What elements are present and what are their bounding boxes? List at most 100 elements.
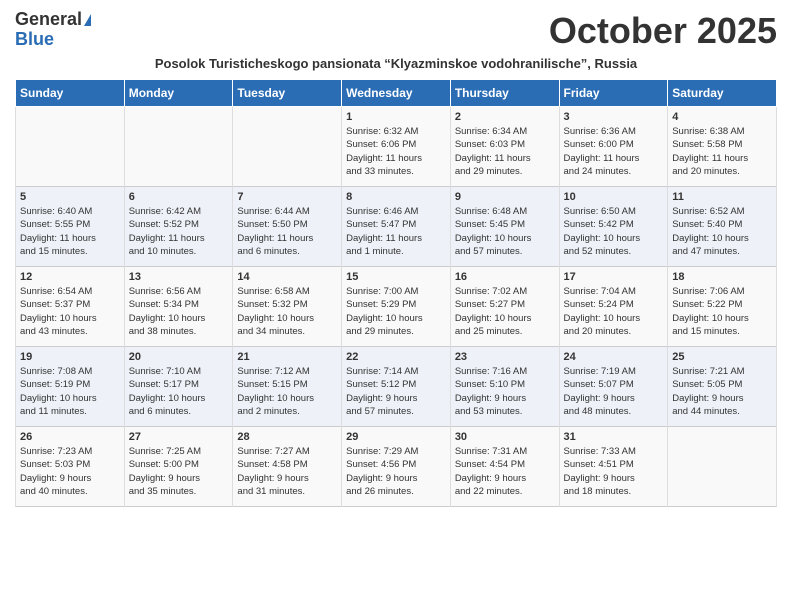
calendar-cell: 15 Sunrise: 7:00 AMSunset: 5:29 PMDayligh… <box>342 267 451 347</box>
col-wednesday: Wednesday <box>342 80 451 107</box>
day-number: 20 <box>129 351 229 363</box>
day-number: 13 <box>129 271 229 283</box>
day-number: 31 <box>564 431 664 443</box>
calendar-cell: 29Sunrise: 7:29 AMSunset: 4:56 PMDayligh… <box>342 427 451 507</box>
day-number: 8 <box>346 191 446 203</box>
cell-content: Sunrise: 7:31 AMSunset: 4:54 PMDaylight:… <box>455 445 555 498</box>
day-number: 14 <box>237 271 337 283</box>
cell-content: Sunrise: 6:50 AMSunset: 5:42 PMDaylight:… <box>564 205 664 258</box>
calendar-cell <box>124 107 233 187</box>
cell-content: Sunrise: 6:44 AMSunset: 5:50 PMDaylight:… <box>237 205 337 258</box>
cell-content: Sunrise: 6:34 AMSunset: 6:03 PMDaylight:… <box>455 125 555 178</box>
month-title: October 2025 <box>549 10 777 52</box>
day-number: 17 <box>564 271 664 283</box>
day-number: 5 <box>20 191 120 203</box>
day-number: 11 <box>672 191 772 203</box>
cell-content: Sunrise: 6:56 AMSunset: 5:34 PMDaylight:… <box>129 285 229 338</box>
calendar-cell: 25Sunrise: 7:21 AMSunset: 5:05 PMDayligh… <box>668 347 777 427</box>
calendar-cell: 30 Sunrise: 7:31 AMSunset: 4:54 PMDayligh… <box>450 427 559 507</box>
cell-content: Sunrise: 7:06 AMSunset: 5:22 PMDaylight:… <box>672 285 772 338</box>
calendar-week-row: 1 Sunrise: 6:32 AMSunset: 6:06 PMDaylight… <box>16 107 777 187</box>
calendar-week-row: 5 Sunrise: 6:40 AMSunset: 5:55 PMDaylight… <box>16 187 777 267</box>
calendar-cell: 14Sunrise: 6:58 AMSunset: 5:32 PMDayligh… <box>233 267 342 347</box>
calendar-cell: 21Sunrise: 7:12 AMSunset: 5:15 PMDayligh… <box>233 347 342 427</box>
calendar-cell: 27Sunrise: 7:25 AMSunset: 5:00 PMDayligh… <box>124 427 233 507</box>
calendar-header: Sunday Monday Tuesday Wednesday Thursday… <box>16 80 777 107</box>
day-number: 1 <box>346 111 446 123</box>
day-number: 19 <box>20 351 120 363</box>
calendar-cell: 11 Sunrise: 6:52 AMSunset: 5:40 PMDayligh… <box>668 187 777 267</box>
col-monday: Monday <box>124 80 233 107</box>
cell-content: Sunrise: 7:16 AMSunset: 5:10 PMDaylight:… <box>455 365 555 418</box>
calendar-cell: 8 Sunrise: 6:46 AMSunset: 5:47 PMDaylight… <box>342 187 451 267</box>
calendar-table: Sunday Monday Tuesday Wednesday Thursday… <box>15 79 777 507</box>
calendar-cell: 12 Sunrise: 6:54 AMSunset: 5:37 PMDayligh… <box>16 267 125 347</box>
cell-content: Sunrise: 6:42 AMSunset: 5:52 PMDaylight:… <box>129 205 229 258</box>
calendar-cell: 23Sunrise: 7:16 AMSunset: 5:10 PMDayligh… <box>450 347 559 427</box>
cell-content: Sunrise: 7:00 AMSunset: 5:29 PMDaylight:… <box>346 285 446 338</box>
cell-content: Sunrise: 6:46 AMSunset: 5:47 PMDaylight:… <box>346 205 446 258</box>
cell-content: Sunrise: 7:29 AMSunset: 4:56 PMDaylight:… <box>346 445 446 498</box>
cell-content: Sunrise: 6:40 AMSunset: 5:55 PMDaylight:… <box>20 205 120 258</box>
calendar-week-row: 19 Sunrise: 7:08 AMSunset: 5:19 PMDayligh… <box>16 347 777 427</box>
subtitle: Posolok Turisticheskogo pansionata “Klya… <box>15 56 777 71</box>
day-number: 15 <box>346 271 446 283</box>
col-saturday: Saturday <box>668 80 777 107</box>
day-number: 9 <box>455 191 555 203</box>
calendar-cell <box>233 107 342 187</box>
day-number: 22 <box>346 351 446 363</box>
day-number: 10 <box>564 191 664 203</box>
calendar-cell <box>16 107 125 187</box>
day-number: 18 <box>672 271 772 283</box>
calendar-cell: 20 Sunrise: 7:10 AMSunset: 5:17 PMDayligh… <box>124 347 233 427</box>
calendar-cell: 26Sunrise: 7:23 AMSunset: 5:03 PMDayligh… <box>16 427 125 507</box>
calendar-cell: 16 Sunrise: 7:02 AMSunset: 5:27 PMDayligh… <box>450 267 559 347</box>
cell-content: Sunrise: 7:08 AMSunset: 5:19 PMDaylight:… <box>20 365 120 418</box>
cell-content: Sunrise: 7:21 AMSunset: 5:05 PMDaylight:… <box>672 365 772 418</box>
calendar-cell: 3Sunrise: 6:36 AMSunset: 6:00 PMDaylight… <box>559 107 668 187</box>
day-number: 6 <box>129 191 229 203</box>
calendar-cell: 18 Sunrise: 7:06 AMSunset: 5:22 PMDayligh… <box>668 267 777 347</box>
cell-content: Sunrise: 7:19 AMSunset: 5:07 PMDaylight:… <box>564 365 664 418</box>
day-number: 4 <box>672 111 772 123</box>
logo-icon <box>84 14 91 26</box>
cell-content: Sunrise: 6:32 AMSunset: 6:06 PMDaylight:… <box>346 125 446 178</box>
day-number: 7 <box>237 191 337 203</box>
day-number: 24 <box>564 351 664 363</box>
calendar-cell: 17 Sunrise: 7:04 AMSunset: 5:24 PMDayligh… <box>559 267 668 347</box>
calendar-cell: 9 Sunrise: 6:48 AMSunset: 5:45 PMDaylight… <box>450 187 559 267</box>
day-number: 12 <box>20 271 120 283</box>
cell-content: Sunrise: 6:52 AMSunset: 5:40 PMDaylight:… <box>672 205 772 258</box>
page-header: General Blue October 2025 <box>15 10 777 52</box>
day-number: 2 <box>455 111 555 123</box>
cell-content: Sunrise: 7:14 AMSunset: 5:12 PMDaylight:… <box>346 365 446 418</box>
calendar-cell: 6 Sunrise: 6:42 AMSunset: 5:52 PMDaylight… <box>124 187 233 267</box>
cell-content: Sunrise: 6:38 AMSunset: 5:58 PMDaylight:… <box>672 125 772 178</box>
logo: General Blue <box>15 10 91 48</box>
cell-content: Sunrise: 7:27 AMSunset: 4:58 PMDaylight:… <box>237 445 337 498</box>
calendar-cell: 22 Sunrise: 7:14 AMSunset: 5:12 PMDayligh… <box>342 347 451 427</box>
logo-general-text: General <box>15 10 82 30</box>
cell-content: Sunrise: 6:54 AMSunset: 5:37 PMDaylight:… <box>20 285 120 338</box>
calendar-cell: 1 Sunrise: 6:32 AMSunset: 6:06 PMDaylight… <box>342 107 451 187</box>
day-number: 28 <box>237 431 337 443</box>
calendar-cell: 31 Sunrise: 7:33 AMSunset: 4:51 PMDayligh… <box>559 427 668 507</box>
calendar-cell: 19 Sunrise: 7:08 AMSunset: 5:19 PMDayligh… <box>16 347 125 427</box>
day-number: 16 <box>455 271 555 283</box>
col-tuesday: Tuesday <box>233 80 342 107</box>
calendar-week-row: 12 Sunrise: 6:54 AMSunset: 5:37 PMDayligh… <box>16 267 777 347</box>
day-number: 21 <box>237 351 337 363</box>
col-friday: Friday <box>559 80 668 107</box>
calendar-cell: 5 Sunrise: 6:40 AMSunset: 5:55 PMDaylight… <box>16 187 125 267</box>
calendar-cell: 2 Sunrise: 6:34 AMSunset: 6:03 PMDaylight… <box>450 107 559 187</box>
header-row: Sunday Monday Tuesday Wednesday Thursday… <box>16 80 777 107</box>
cell-content: Sunrise: 7:02 AMSunset: 5:27 PMDaylight:… <box>455 285 555 338</box>
cell-content: Sunrise: 7:25 AMSunset: 5:00 PMDaylight:… <box>129 445 229 498</box>
cell-content: Sunrise: 6:48 AMSunset: 5:45 PMDaylight:… <box>455 205 555 258</box>
day-number: 26 <box>20 431 120 443</box>
cell-content: Sunrise: 7:33 AMSunset: 4:51 PMDaylight:… <box>564 445 664 498</box>
cell-content: Sunrise: 7:04 AMSunset: 5:24 PMDaylight:… <box>564 285 664 338</box>
calendar-cell: 28 Sunrise: 7:27 AMSunset: 4:58 PMDayligh… <box>233 427 342 507</box>
cell-content: Sunrise: 7:10 AMSunset: 5:17 PMDaylight:… <box>129 365 229 418</box>
day-number: 30 <box>455 431 555 443</box>
